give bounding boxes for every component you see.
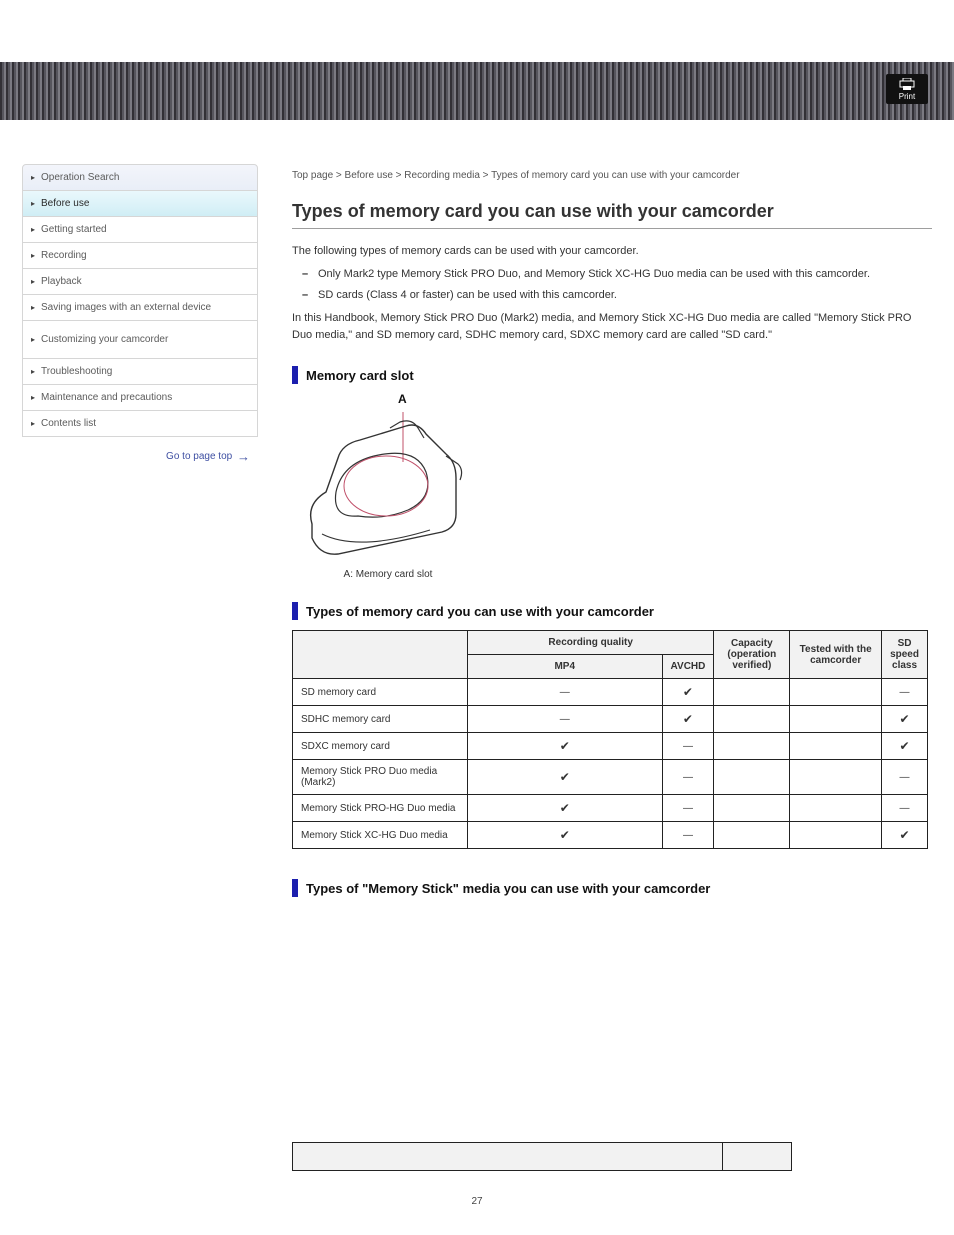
th-mp4: MP4 <box>467 655 662 679</box>
product-illustration: A A: Memory card slot <box>298 392 932 580</box>
intro-b2: SD cards (Class 4 or faster) can be used… <box>318 287 617 304</box>
print-label: Print <box>899 92 915 101</box>
chevron-right-icon: ▸ <box>31 303 35 313</box>
section-bar <box>292 879 298 897</box>
chevron-right-icon: ▸ <box>31 367 35 377</box>
th-capacity: Capacity (operation verified) <box>714 631 790 679</box>
dash-bullet: – <box>302 287 310 304</box>
page-title: Types of memory card you can use with yo… <box>292 201 932 222</box>
go-to-top-label: Go to page top <box>166 451 232 462</box>
sidebar-item-label: Getting started <box>41 223 107 236</box>
section-bar <box>292 602 298 620</box>
sidebar-item-6[interactable]: ▸ Customizing your camcorder <box>22 321 258 359</box>
go-to-top-link[interactable]: Go to page top → <box>22 449 258 464</box>
th-avchd: AVCHD <box>662 655 714 679</box>
sidebar-item-label: Recording <box>41 249 87 262</box>
section-slot-heading: Memory card slot <box>292 366 932 384</box>
th-class: SD speed class <box>882 631 928 679</box>
breadcrumb: Top page > Before use > Recording media … <box>292 170 932 181</box>
chevron-right-icon: ▸ <box>31 393 35 403</box>
chevron-right-icon: ▸ <box>31 419 35 429</box>
th-blank <box>293 631 468 679</box>
sidebar-item-label: Saving images with an external device <box>41 301 211 314</box>
table-row: SDHC memory card <box>293 706 928 733</box>
sidebar-item-label: Customizing your camcorder <box>41 333 168 346</box>
intro-text: The following types of memory cards can … <box>292 243 932 344</box>
sidebar-item-label: Playback <box>41 275 82 288</box>
callout-label-A: A <box>398 392 932 406</box>
sidebar-item-label: Contents list <box>41 417 96 430</box>
sidebar-item-4[interactable]: ▸ Playback <box>22 269 258 295</box>
sidebar-item-5[interactable]: ▸ Saving images with an external device <box>22 295 258 321</box>
sidebar-item-label: Troubleshooting <box>41 365 112 378</box>
chevron-right-icon: ▸ <box>31 251 35 261</box>
chevron-right-icon: ▸ <box>31 335 35 345</box>
table-row: SD memory card <box>293 679 928 706</box>
sidebar-item-3[interactable]: ▸ Recording <box>22 243 258 269</box>
section-table2-heading: Types of "Memory Stick" media you can us… <box>292 879 932 897</box>
sidebar-item-7[interactable]: ▸ Troubleshooting <box>22 359 258 385</box>
arrow-right-icon: → <box>237 449 250 464</box>
th-tested: Tested with the camcorder <box>790 631 882 679</box>
sidebar-item-1[interactable]: ▸ Before use <box>22 191 258 217</box>
footer-th-1 <box>723 1143 792 1171</box>
chevron-right-icon: ▸ <box>31 173 35 183</box>
printer-icon <box>899 78 915 90</box>
sidebar-item-0[interactable]: ▸ Operation Search <box>22 164 258 191</box>
chevron-right-icon: ▸ <box>31 277 35 287</box>
section-heading-text: Types of "Memory Stick" media you can us… <box>306 881 710 896</box>
table-row: SDXC memory card <box>293 733 928 760</box>
sidebar-item-9[interactable]: ▸ Contents list <box>22 411 258 437</box>
footer-th-0 <box>293 1143 723 1171</box>
section-bar <box>292 366 298 384</box>
intro-p1: The following types of memory cards can … <box>292 243 932 260</box>
table-row: Memory Stick PRO-HG Duo media <box>293 795 928 822</box>
sidebar-item-label: Before use <box>41 197 89 210</box>
chevron-right-icon: ▸ <box>31 225 35 235</box>
memory-card-table: Recording quality Capacity (operation ve… <box>292 630 928 849</box>
intro-p2: In this Handbook, Memory Stick PRO Duo (… <box>292 310 932 344</box>
dash-bullet: – <box>302 266 310 283</box>
main-content: Top page > Before use > Recording media … <box>292 170 932 905</box>
print-button[interactable]: Print <box>886 74 928 104</box>
section-heading-text: Types of memory card you can use with yo… <box>306 604 654 619</box>
sidebar-item-label: Maintenance and precautions <box>41 391 172 404</box>
sidebar-item-8[interactable]: ▸ Maintenance and precautions <box>22 385 258 411</box>
slot-caption: A: Memory card slot <box>298 569 478 580</box>
table-row: Memory Stick PRO Duo media (Mark2) <box>293 760 928 795</box>
sidebar-item-label: Operation Search <box>41 171 119 184</box>
table-row: Memory Stick XC-HG Duo media <box>293 822 928 849</box>
page-number: 27 <box>0 1196 954 1207</box>
camcorder-sketch <box>298 406 478 566</box>
header-band: Print <box>0 62 954 120</box>
title-rule <box>292 228 932 229</box>
intro-b1: Only Mark2 type Memory Stick PRO Duo, an… <box>318 266 870 283</box>
section-heading-text: Memory card slot <box>306 368 414 383</box>
table-body: SD memory card SDHC memory card SDXC mem… <box>293 679 928 849</box>
sidebar-item-2[interactable]: ▸ Getting started <box>22 217 258 243</box>
section-table1-heading: Types of memory card you can use with yo… <box>292 602 932 620</box>
th-recording: Recording quality <box>467 631 713 655</box>
sidebar: ▸ Operation Search ▸ Before use ▸ Getting s… <box>22 164 258 464</box>
footer-table-stub <box>292 1142 792 1171</box>
chevron-right-icon: ▸ <box>31 199 35 209</box>
